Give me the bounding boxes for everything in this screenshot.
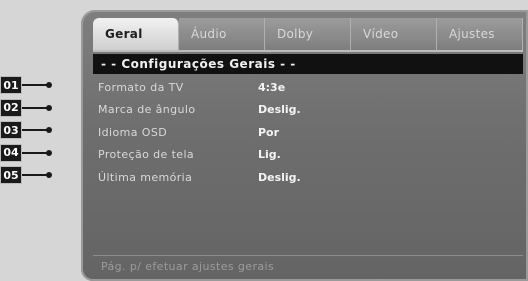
- callout-05: 05: [0, 165, 54, 185]
- setting-row-idioma-osd[interactable]: Idioma OSD Por: [93, 121, 523, 144]
- tab-ajustes[interactable]: Ajustes: [437, 18, 523, 50]
- callout-badge: 03: [0, 121, 22, 139]
- setting-label: Última memória: [98, 170, 193, 184]
- setting-value[interactable]: Por: [258, 126, 279, 139]
- setting-row-formato-tv[interactable]: Formato da TV 4:3e: [93, 76, 523, 99]
- callout-badge: 02: [0, 98, 22, 117]
- callout-badge: 05: [0, 166, 22, 184]
- status-bar: Pág. p/ efetuar ajustes gerais: [93, 255, 523, 277]
- tab-label: Ajustes: [449, 27, 495, 41]
- setting-value[interactable]: Lig.: [258, 148, 281, 161]
- osd-screen: Geral Áudio Dolby Vídeo Ajustes - - Conf…: [81, 10, 528, 281]
- callout-badge: 04: [0, 143, 22, 162]
- callout-line: [22, 172, 52, 178]
- callout-line: [22, 104, 52, 111]
- setting-value[interactable]: Deslig.: [258, 171, 301, 184]
- setting-label: Formato da TV: [98, 80, 184, 94]
- callout-02: 02: [0, 98, 54, 118]
- tab-dolby[interactable]: Dolby: [265, 18, 351, 50]
- tab-label: Geral: [105, 27, 143, 41]
- tab-audio[interactable]: Áudio: [179, 18, 265, 50]
- callout-04: 04: [0, 143, 54, 163]
- setting-row-protecao-tela[interactable]: Proteção de tela Lig.: [93, 144, 523, 167]
- setting-value[interactable]: Deslig.: [258, 103, 301, 116]
- settings-list: Formato da TV 4:3e Marca de ângulo Desli…: [93, 76, 523, 189]
- callout-line: [22, 127, 52, 133]
- tab-geral[interactable]: Geral: [93, 18, 179, 50]
- tab-label: Dolby: [277, 27, 314, 41]
- setting-label: Marca de ângulo: [98, 103, 196, 117]
- callout-01: 01: [0, 75, 54, 95]
- tab-bar: Geral Áudio Dolby Vídeo Ajustes: [93, 18, 523, 52]
- setting-row-marca-angulo[interactable]: Marca de ângulo Deslig.: [93, 99, 523, 122]
- tab-label: Áudio: [191, 27, 227, 41]
- tab-label: Vídeo: [363, 27, 399, 41]
- callout-line: [22, 149, 52, 156]
- setting-value[interactable]: 4:3e: [258, 81, 285, 94]
- tab-video[interactable]: Vídeo: [351, 18, 437, 50]
- callout-03: 03: [0, 120, 54, 140]
- setting-label: Idioma OSD: [98, 125, 168, 139]
- callout-line: [22, 82, 52, 88]
- setting-label: Proteção de tela: [98, 148, 195, 162]
- section-title: - - Configurações Gerais - -: [93, 54, 523, 74]
- setting-row-ultima-memoria[interactable]: Última memória Deslig.: [93, 166, 523, 189]
- callout-badge: 01: [0, 76, 22, 94]
